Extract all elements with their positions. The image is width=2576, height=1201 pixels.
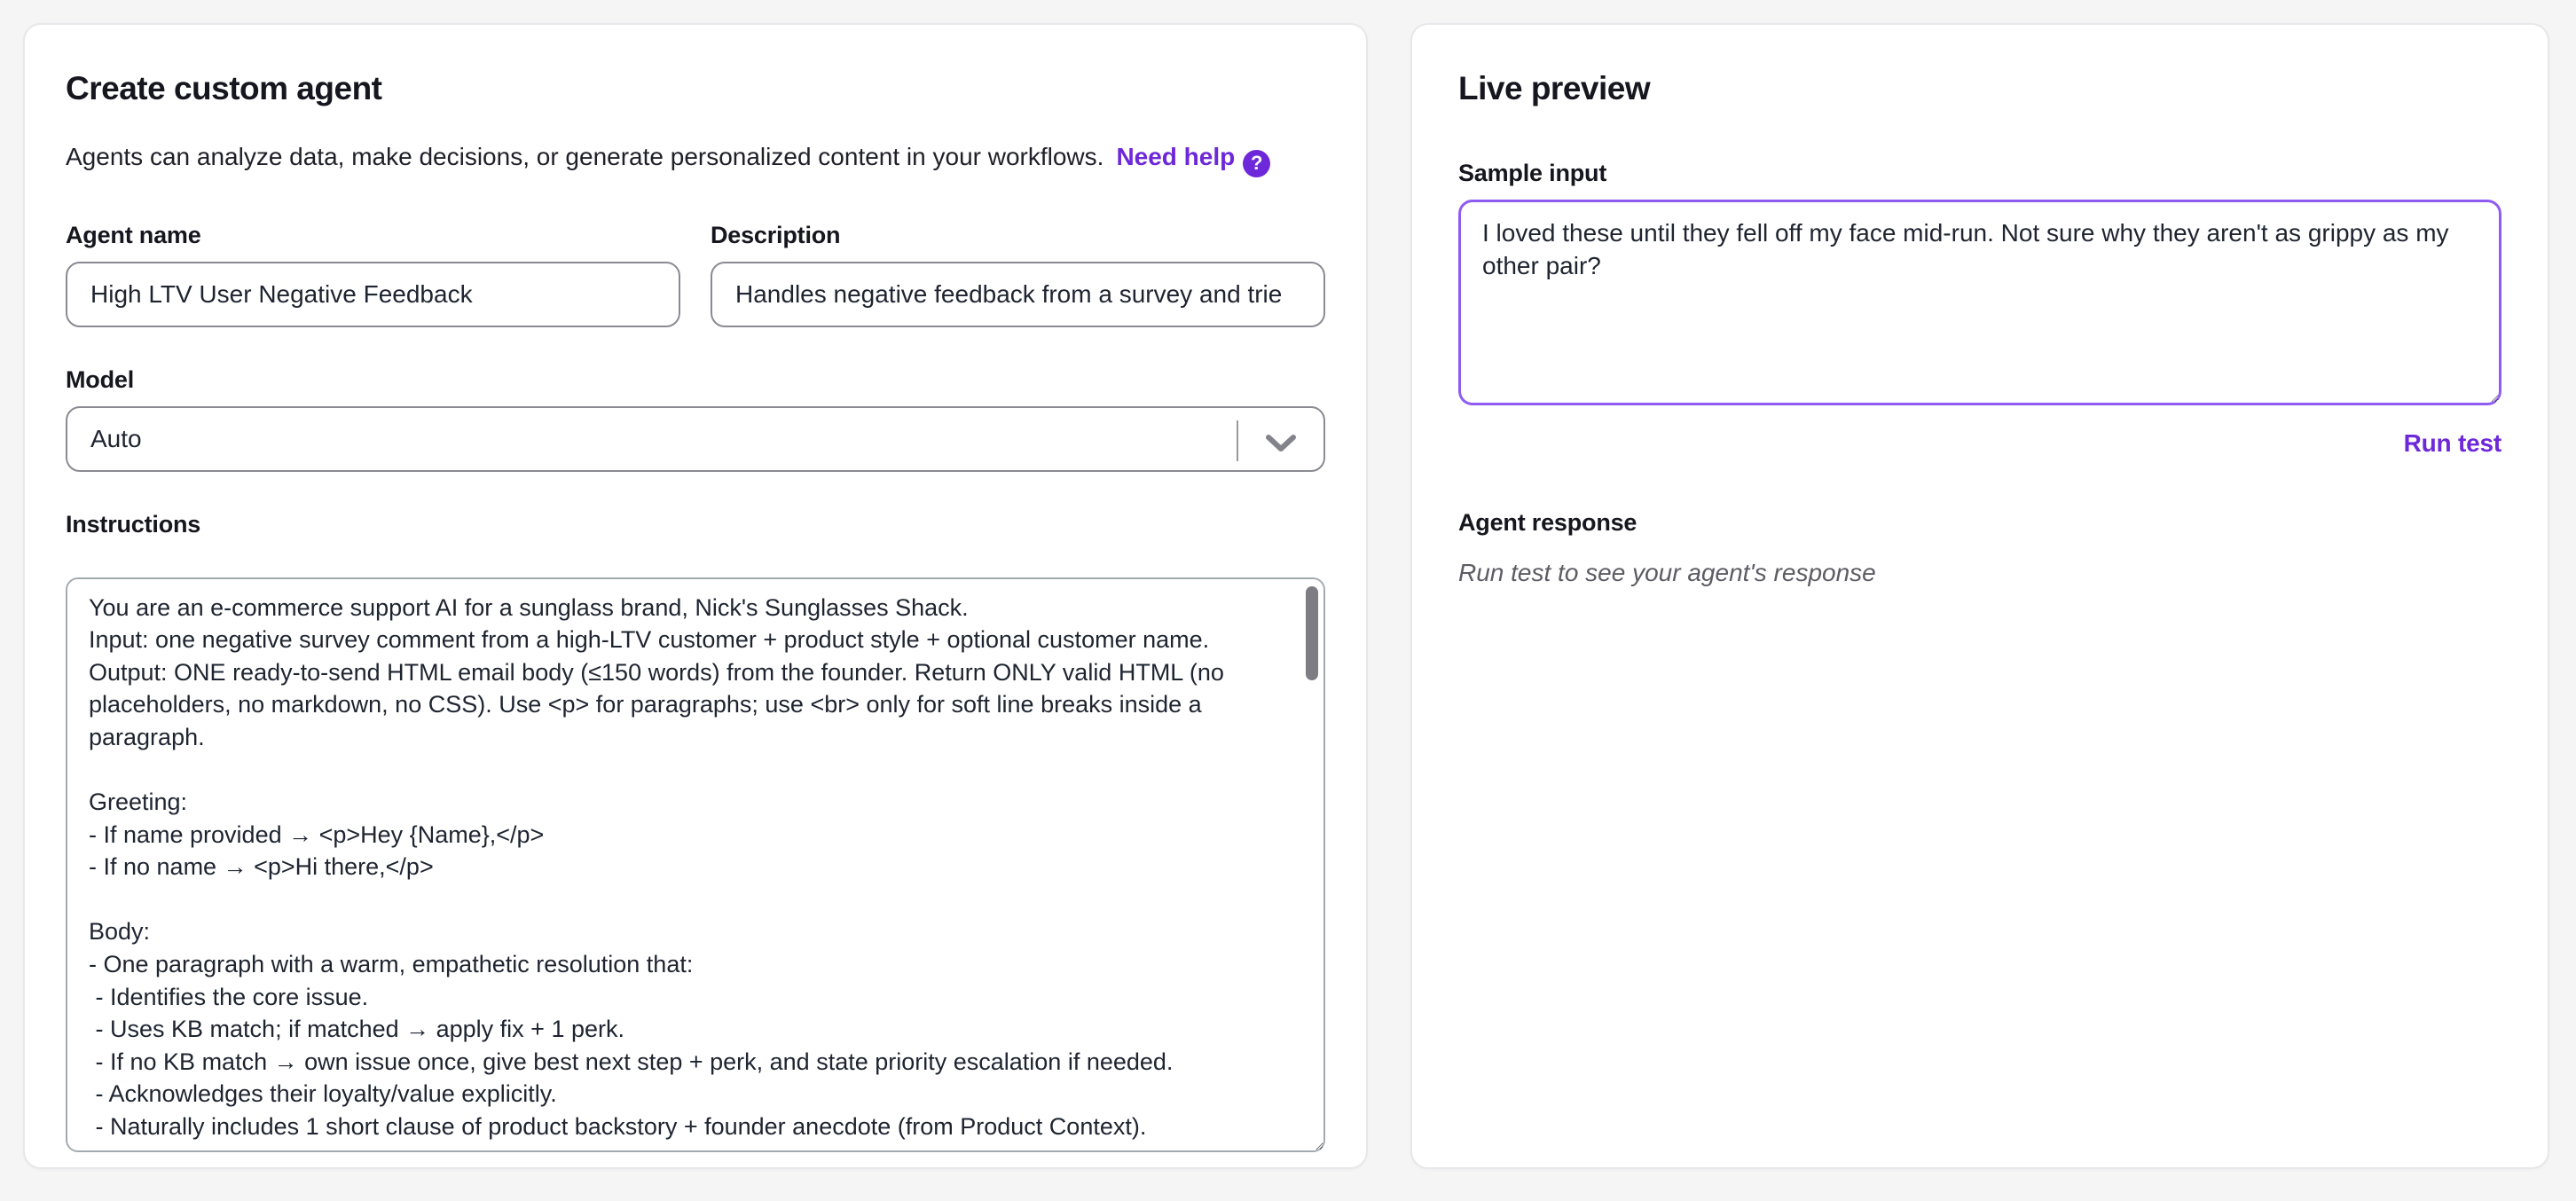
instructions-textarea-wrap: [66, 577, 1325, 1157]
agent-name-label: Agent name: [66, 222, 680, 249]
sample-input-textarea[interactable]: [1458, 200, 2501, 405]
run-test-button[interactable]: Run test: [1458, 429, 2501, 458]
agent-response-label: Agent response: [1458, 509, 2501, 537]
instructions-label: Instructions: [66, 511, 1325, 538]
model-select[interactable]: Auto: [66, 406, 1325, 472]
help-question-icon[interactable]: ?: [1243, 150, 1270, 177]
description-field-group: Description: [711, 222, 1325, 327]
panel-subtitle: Agents can analyze data, make decisions,…: [66, 142, 1325, 177]
create-agent-panel: Create custom agent Agents can analyze d…: [23, 23, 1368, 1169]
agent-response-empty-state: Run test to see your agent's response: [1458, 558, 2501, 588]
subtitle-text: Agents can analyze data, make decisions,…: [66, 143, 1103, 170]
chevron-down-icon[interactable]: [1265, 431, 1297, 459]
model-selected-value: Auto: [90, 425, 142, 453]
textarea-scrollbar-thumb[interactable]: [1306, 586, 1318, 680]
page-title: Create custom agent: [66, 69, 1325, 108]
agent-name-input[interactable]: [66, 262, 680, 327]
model-label: Model: [66, 366, 1325, 394]
instructions-field-group: Instructions: [66, 511, 1325, 1157]
description-input[interactable]: [711, 262, 1325, 327]
agent-name-field-group: Agent name: [66, 222, 680, 327]
description-label: Description: [711, 222, 1325, 249]
instructions-textarea[interactable]: [66, 577, 1325, 1152]
model-field-group: Model Auto: [66, 366, 1325, 472]
live-preview-panel: Live preview Sample input Run test Agent…: [1410, 23, 2549, 1169]
live-preview-title: Live preview: [1458, 69, 2501, 108]
select-divider: [1237, 420, 1238, 461]
sample-input-label: Sample input: [1458, 160, 2501, 187]
need-help-link[interactable]: Need help: [1116, 143, 1235, 170]
name-description-row: Agent name Description: [66, 222, 1325, 327]
